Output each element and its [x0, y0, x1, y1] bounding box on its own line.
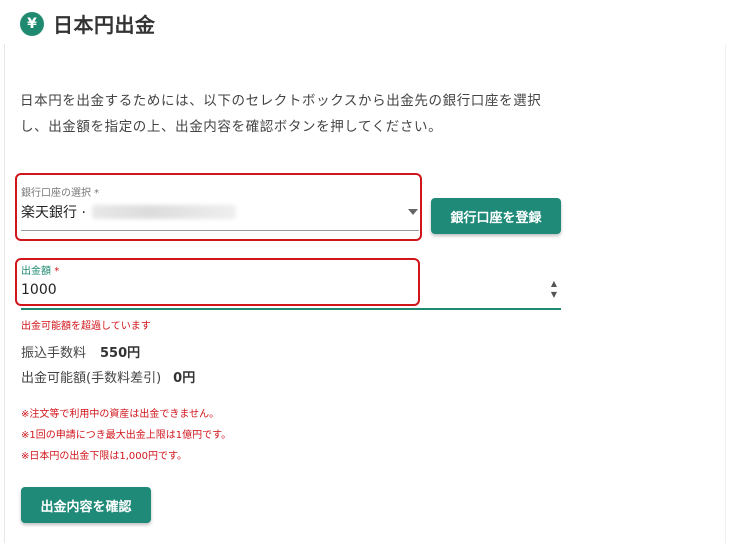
intro-line-1: 日本円を出金するためには、以下のセレクトボックスから出金先の銀行口座を選択 [20, 93, 542, 109]
transfer-fee-row: 振込手数料 550円 [21, 342, 140, 361]
page-header: ¥ 日本円出金 [20, 9, 156, 38]
note-item: ※1回の申請につき最大出金上限は1億円です。 [21, 430, 232, 441]
bank-select-underline [21, 230, 419, 231]
intro-line-2: し、出金額を指定の上、出金内容を確認ボタンを押してください。 [20, 119, 443, 135]
bank-select-value[interactable]: 楽天銀行 · [21, 202, 236, 222]
intro-text: 日本円を出金するためには、以下のセレクトボックスから出金先の銀行口座を選択 し、… [20, 88, 580, 140]
withdraw-amount-field[interactable]: 出金額 * 1000 ▲ ▼ [21, 262, 561, 310]
amount-label-text: 出金額 [21, 266, 51, 277]
note-item: ※日本円の出金下限は1,000円です。 [21, 451, 188, 462]
masked-account-number [91, 205, 236, 219]
amount-input[interactable]: 1000 [21, 282, 57, 298]
available-amount-row: 出金可能額(手数料差引) 0円 [21, 367, 195, 386]
fee-label: 振込手数料 [21, 346, 87, 361]
stepper-up-icon[interactable]: ▲ [548, 278, 560, 289]
number-stepper[interactable]: ▲ ▼ [548, 278, 560, 300]
stepper-down-icon[interactable]: ▼ [548, 289, 560, 300]
yen-icon: ¥ [20, 11, 44, 36]
amount-error-message: 出金可能額を超過しています [21, 321, 151, 332]
bank-select-label: 銀行口座の選択 * [21, 188, 100, 199]
bank-name: 楽天銀行 · [21, 205, 86, 221]
card-right-border [725, 44, 726, 543]
bank-account-select[interactable]: 銀行口座の選択 * 楽天銀行 · [21, 182, 419, 234]
register-bank-button[interactable]: 銀行口座を登録 [431, 198, 561, 234]
dropdown-arrow-icon[interactable] [408, 209, 418, 215]
note-item: ※注文等で利用中の資産は出金できません。 [21, 409, 220, 420]
amount-label: 出金額 * [21, 262, 59, 277]
required-mark: * [54, 266, 60, 277]
available-label: 出金可能額(手数料差引) [21, 371, 162, 386]
amount-underline [21, 308, 561, 310]
confirm-withdrawal-button[interactable]: 出金内容を確認 [21, 487, 151, 523]
available-value: 0円 [173, 371, 196, 386]
page-title: 日本円出金 [53, 13, 156, 37]
card-left-border [4, 44, 5, 543]
fee-value: 550円 [100, 346, 141, 361]
notes-list: ※注文等で利用中の資産は出金できません。 ※1回の申請につき最大出金上限は1億円… [21, 404, 231, 467]
